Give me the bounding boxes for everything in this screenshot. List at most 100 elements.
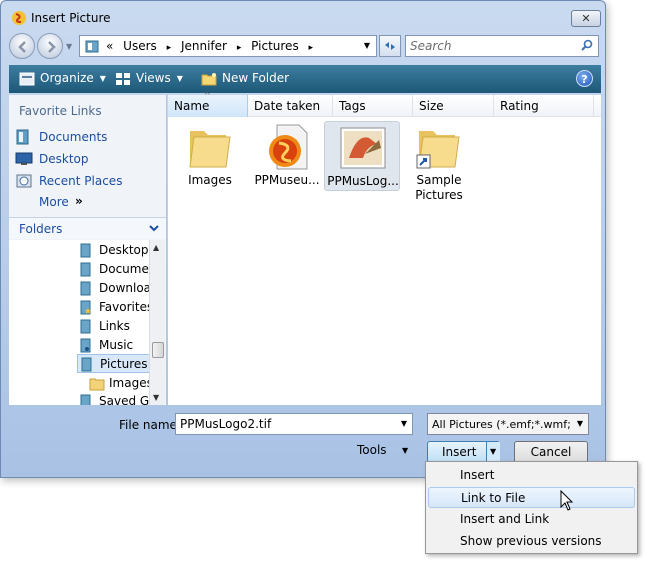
scroll-down-icon[interactable]: ▼	[153, 393, 159, 402]
folder-tree-scrollbar[interactable]: ▲ ▼	[149, 240, 165, 405]
tree-item-label: Music	[99, 338, 134, 352]
insert-options-menu: Insert Link to File Insert and Link Show…	[425, 461, 638, 554]
new-folder-button[interactable]: New Folder	[201, 71, 289, 86]
tree-item-pictures[interactable]: Pictures	[77, 354, 149, 373]
tree-item-label: Downloads	[99, 281, 149, 295]
column-header-size[interactable]: Size	[413, 95, 494, 117]
sort-ascending-icon: ^	[204, 91, 211, 100]
more-links-button[interactable]: More	[39, 195, 69, 209]
favorite-link-label: Documents	[39, 130, 108, 144]
organize-button[interactable]: Organize ▼	[19, 71, 106, 86]
address-dropdown-icon[interactable]: ▼	[364, 41, 370, 50]
image-thumbnail-icon	[340, 127, 386, 169]
tools-dropdown-icon[interactable]: ▼	[402, 446, 408, 455]
insert-dropdown-toggle[interactable]: ▼	[486, 442, 500, 462]
tree-item-saved-games[interactable]: Saved Games	[79, 392, 149, 405]
file-name-input[interactable]: PPMusLogo2.tif ▼	[175, 413, 413, 435]
command-toolbar: Organize ▼ Views ▼ New Folder ?	[9, 65, 601, 93]
tree-item-label: Saved Games	[99, 394, 149, 405]
breadcrumb-users[interactable]: Users	[123, 39, 157, 53]
pictures-folder-icon	[85, 40, 99, 53]
folder-tree: Desktop Documents Downloads Favorites Li…	[9, 240, 149, 405]
insert-button-label: Insert	[442, 445, 477, 459]
views-button[interactable]: Views ▼	[115, 71, 183, 86]
breadcrumb-overflow[interactable]: «	[106, 39, 113, 53]
views-label: Views	[136, 71, 171, 85]
file-name-label: File name:	[119, 418, 181, 432]
chevron-down-icon	[149, 225, 159, 232]
window-title: Insert Picture	[31, 11, 111, 25]
recent-pages-dropdown-icon[interactable]: ▼	[66, 42, 72, 51]
title-bar: Insert Picture ✕	[1, 1, 605, 31]
favorite-link-label: Recent Places	[39, 174, 123, 188]
documents-icon	[16, 129, 29, 145]
organize-label: Organize	[40, 71, 94, 85]
column-header-name[interactable]: ^ Name	[168, 91, 248, 117]
tree-item-desktop[interactable]: Desktop	[79, 241, 149, 260]
help-icon[interactable]: ?	[576, 70, 593, 87]
close-icon: ✕	[581, 12, 591, 25]
breadcrumb-separator-icon[interactable]: ▸	[167, 43, 172, 53]
views-dropdown-icon: ▼	[176, 74, 183, 83]
column-header-row: ^ Name Date taken Tags Size Rating	[168, 91, 601, 117]
menu-item-show-previous-versions[interactable]: Show previous versions	[428, 531, 635, 552]
file-item-images[interactable]: Images	[172, 121, 248, 191]
column-header-label: Name	[174, 99, 210, 113]
organize-icon	[19, 72, 35, 85]
more-chevron-icon[interactable]: »	[75, 194, 83, 208]
address-bar[interactable]: « Users ▸ Jennifer ▸ Pictures ▸ ▼	[79, 35, 377, 57]
favorite-link-documents[interactable]: Documents	[15, 127, 161, 147]
favorite-link-label: Desktop	[39, 152, 89, 166]
file-type-value: All Pictures (*.emf;*.wmf;*.jpg;	[432, 418, 570, 431]
tree-item-label: Desktop	[99, 243, 149, 257]
folder-shortcut-icon	[416, 131, 460, 169]
refresh-button[interactable]	[379, 35, 401, 57]
folder-icon	[80, 281, 91, 296]
file-type-dropdown-icon: ▼	[576, 419, 583, 428]
menu-item-link-to-file[interactable]: Link to File	[428, 487, 635, 508]
tree-item-links[interactable]: Links	[79, 317, 149, 336]
column-header-date-taken[interactable]: Date taken	[248, 95, 333, 117]
menu-item-insert[interactable]: Insert	[428, 465, 635, 486]
tree-item-documents[interactable]: Documents	[79, 260, 149, 279]
file-item-ppmuslogo[interactable]: PPMusLog...	[324, 121, 400, 191]
column-header-label: Size	[419, 99, 444, 113]
menu-item-insert-and-link[interactable]: Insert and Link	[428, 509, 635, 530]
folders-toggle[interactable]: Folders	[9, 217, 166, 239]
tools-button[interactable]: Tools	[357, 443, 387, 457]
navigation-row: ▼ « Users ▸ Jennifer ▸ Pictures ▸ ▼ Sear…	[7, 33, 603, 59]
breadcrumb-separator-icon[interactable]: ▸	[309, 43, 314, 53]
desktop-icon	[15, 152, 33, 165]
chevron-down-icon: ▼	[490, 447, 497, 456]
breadcrumb-pictures[interactable]: Pictures	[251, 39, 299, 53]
column-header-label: Rating	[500, 99, 539, 113]
favorite-link-desktop[interactable]: Desktop	[15, 149, 161, 169]
breadcrumb-jennifer[interactable]: Jennifer	[181, 39, 227, 53]
tree-item-music[interactable]: Music	[79, 336, 149, 355]
insert-split-button[interactable]: Insert ▼	[427, 441, 500, 463]
scroll-up-icon[interactable]: ▲	[153, 243, 159, 252]
breadcrumb-separator-icon[interactable]: ▸	[237, 43, 242, 53]
tree-item-favorites[interactable]: Favorites	[79, 298, 149, 317]
file-name-dropdown-icon[interactable]: ▼	[401, 419, 407, 428]
search-box[interactable]: Search	[405, 35, 599, 57]
folder-icon	[80, 394, 91, 405]
back-button[interactable]	[9, 33, 35, 59]
tree-item-images[interactable]: Images	[89, 374, 149, 393]
scroll-thumb[interactable]	[152, 342, 164, 358]
file-type-select[interactable]: All Pictures (*.emf;*.wmf;*.jpg; ▼	[427, 413, 589, 435]
close-button[interactable]: ✕	[571, 10, 601, 27]
folder-icon	[80, 262, 91, 277]
tree-item-downloads[interactable]: Downloads	[79, 279, 149, 298]
column-header-tags[interactable]: Tags	[333, 95, 413, 117]
column-header-rating[interactable]: Rating	[494, 95, 594, 117]
tree-item-label: Pictures	[100, 357, 148, 371]
search-icon[interactable]	[580, 39, 594, 53]
favorite-link-recent-places[interactable]: Recent Places	[15, 171, 161, 191]
folder-icon	[80, 319, 91, 334]
cancel-button[interactable]: Cancel	[514, 441, 588, 463]
menu-item-label: Insert	[460, 468, 495, 482]
file-item-ppmuseum[interactable]: PPMuseu...	[249, 121, 325, 191]
forward-button[interactable]	[37, 33, 63, 59]
file-item-sample-pictures[interactable]: Sample Pictures	[401, 121, 477, 202]
